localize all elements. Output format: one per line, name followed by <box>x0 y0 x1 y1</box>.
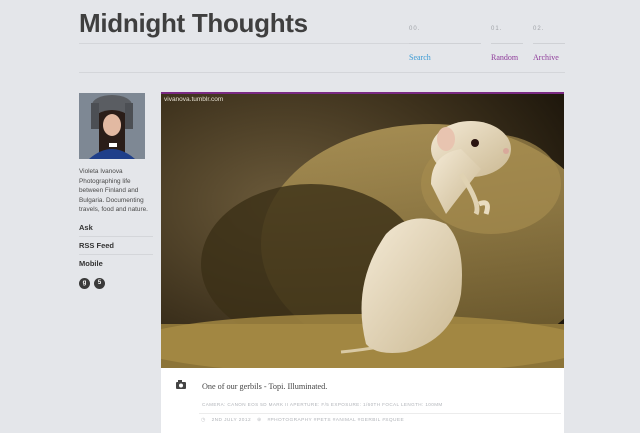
nav-divider <box>491 43 523 44</box>
sidebar-link-ask[interactable]: Ask <box>79 219 153 237</box>
post-meta: ◷ 2ND JULY 2012 ⊕ #PHOTOGRAPHY #PETS #AN… <box>201 418 404 423</box>
nav-number: 02. <box>533 26 545 32</box>
post-card: vivanova.tumblr.com One of our gerbils -… <box>161 92 564 433</box>
avatar[interactable] <box>79 93 145 159</box>
nav-number: 00. <box>409 26 421 32</box>
site-title[interactable]: Midnight Thoughts <box>79 8 308 39</box>
nav-divider <box>533 43 565 44</box>
google-plus-icon[interactable]: g <box>79 277 90 289</box>
500px-icon[interactable]: 5 <box>94 277 105 289</box>
post-photo[interactable]: vivanova.tumblr.com <box>161 94 564 368</box>
nav-archive[interactable]: 02. <box>533 26 544 32</box>
clock-icon: ◷ <box>201 418 206 423</box>
nav-search[interactable]: 00. <box>409 26 420 32</box>
meta-divider <box>199 413 561 414</box>
sidebar: Violeta Ivanova Photographing life betwe… <box>79 93 153 289</box>
nav-archive-label[interactable]: Archive <box>533 53 559 62</box>
search-field-line[interactable] <box>409 43 481 44</box>
post-caption: One of our gerbils - Topi. Illuminated. <box>202 382 328 391</box>
post-date[interactable]: 2ND JULY 2012 <box>212 418 251 423</box>
nav-random[interactable]: 01. <box>491 26 502 32</box>
sidebar-link-rss-feed[interactable]: RSS Feed <box>79 237 153 255</box>
photo-watermark: vivanova.tumblr.com <box>164 96 224 103</box>
header-bottom-divider <box>79 72 565 73</box>
tag-icon: ⊕ <box>257 418 262 423</box>
post-tags[interactable]: #PHOTOGRAPHY #PETS #ANIMAL #GERBIL #SQUE… <box>267 418 404 423</box>
nav-random-label[interactable]: Random <box>491 53 518 62</box>
camera-icon <box>176 380 186 389</box>
social-icons: g 5 <box>79 277 153 289</box>
bio-text: Violeta Ivanova Photographing life betwe… <box>79 168 148 213</box>
sidebar-link-mobile[interactable]: Mobile <box>79 255 153 272</box>
nav-search-label[interactable]: Search <box>409 53 431 62</box>
exif-info: CAMERA: CANON EOS 5D MARK II APERTURE: F… <box>202 402 443 407</box>
avatar-portrait <box>79 93 145 159</box>
sidebar-links: Ask RSS Feed Mobile <box>79 219 153 272</box>
gerbil-photo <box>161 94 564 368</box>
nav-number: 01. <box>491 26 503 32</box>
